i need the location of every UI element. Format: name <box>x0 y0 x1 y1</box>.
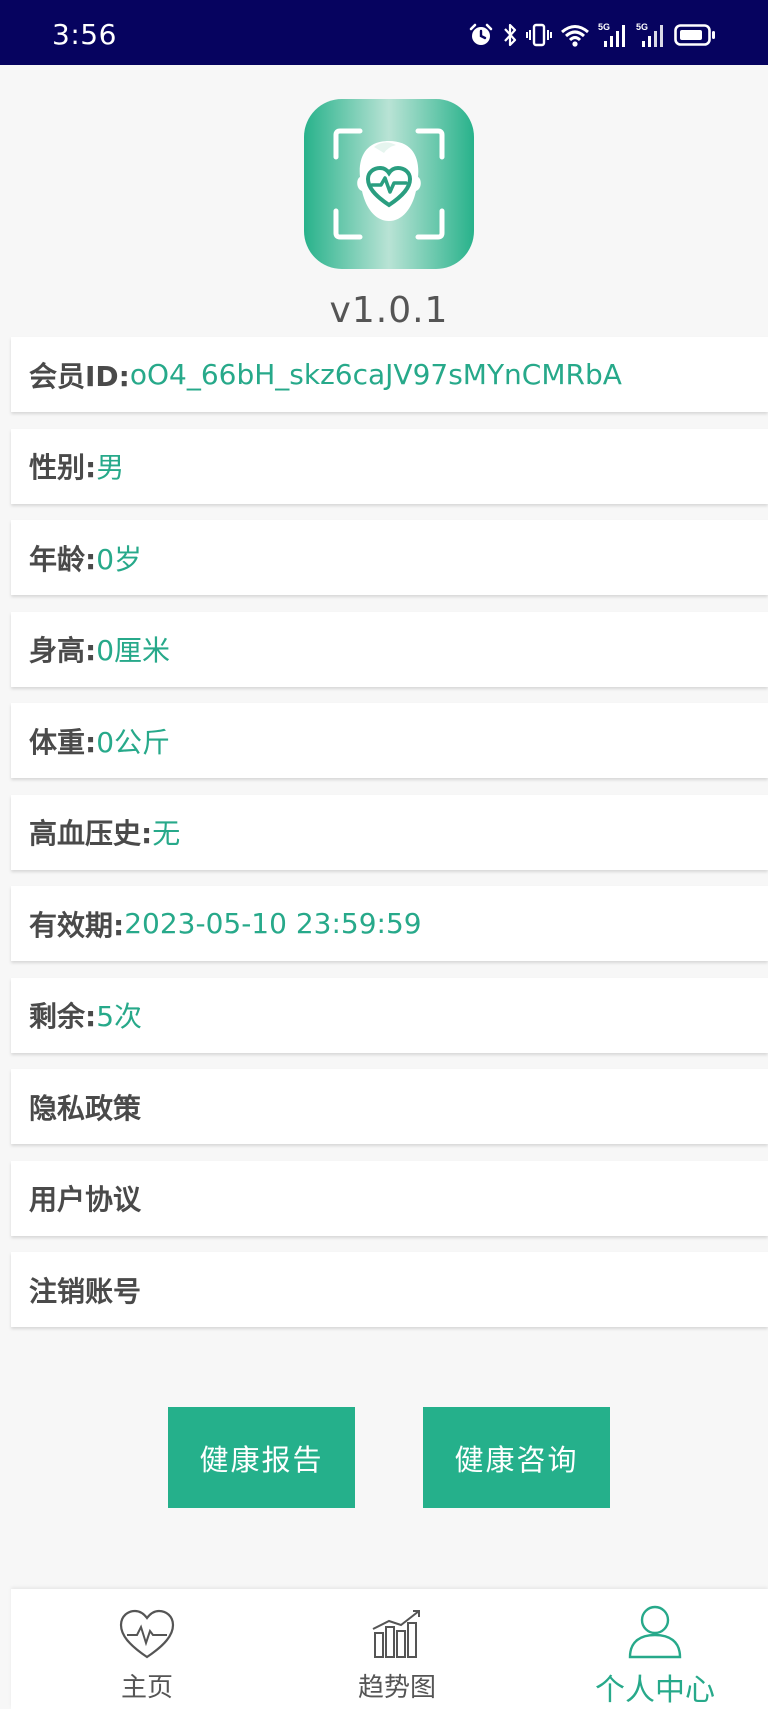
vibrate-icon <box>526 22 552 48</box>
height-value: 0厘米 <box>96 634 171 667</box>
expiry-row: 有效期: 2023-05-10 23:59:59 <box>11 886 768 961</box>
bluetooth-icon <box>502 22 518 48</box>
weight-label: 体重: <box>29 725 97 759</box>
gender-label: 性别: <box>29 451 97 484</box>
hypertension-value: 无 <box>152 817 181 850</box>
user-agreement-link[interactable]: 用户协议 <box>11 1160 768 1236</box>
weight-row: 体重: 0公斤 <box>11 703 768 778</box>
profile-list: 会员ID: oO4_66bH_skz6caJV97sMYnCMRbA 性别: 男 年… <box>11 337 768 1344</box>
tab-trend-label: 趋势图 <box>357 1673 436 1703</box>
status-icons: 5G 5G <box>468 20 716 50</box>
health-consult-button[interactable]: 健康咨询 <box>423 1407 610 1508</box>
height-row: 身高: 0厘米 <box>11 611 768 687</box>
remaining-row: 剩余: 5次 <box>11 977 768 1053</box>
status-bar: 3:56 5G 5G <box>0 0 768 65</box>
tab-home[interactable]: 主页 <box>87 1589 207 1709</box>
signal-5g-icon: 5G <box>598 21 628 49</box>
age-value: 0岁 <box>96 542 143 576</box>
app-version: v1.0.1 <box>329 290 449 331</box>
alarm-icon <box>468 22 494 48</box>
heart-pulse-icon <box>87 1607 207 1663</box>
cancel-account-label: 注销账号 <box>29 1274 142 1308</box>
user-icon <box>575 1603 735 1661</box>
cancel-account-link[interactable]: 注销账号 <box>11 1252 768 1327</box>
battery-icon <box>674 22 716 48</box>
height-label: 身高: <box>29 634 97 667</box>
svg-text:5G: 5G <box>598 22 610 32</box>
expiry-value: 2023-05-10 23:59:59 <box>124 907 422 940</box>
expiry-label: 有效期: <box>29 908 125 942</box>
privacy-policy-label: 隐私政策 <box>29 1091 142 1125</box>
member-id-row: 会员ID: oO4_66bH_skz6caJV97sMYnCMRbA <box>11 337 768 412</box>
app-logo <box>304 99 474 269</box>
tab-profile[interactable]: 个人中心 <box>575 1589 735 1709</box>
member-id-label: 会员ID: <box>29 359 130 393</box>
hypertension-row: 高血压史: 无 <box>11 794 768 870</box>
hypertension-label: 高血压史: <box>29 817 153 850</box>
remaining-value: 5次 <box>96 1000 143 1033</box>
signal-5g-icon: 5G <box>636 21 666 49</box>
age-label: 年龄: <box>29 542 97 576</box>
bottom-tab-bar: 主页 趋势图 个人中心 <box>11 1589 768 1709</box>
tab-profile-label: 个人中心 <box>595 1673 715 1708</box>
weight-value: 0公斤 <box>96 725 171 759</box>
gender-value: 男 <box>96 451 125 484</box>
member-id-value: oO4_66bH_skz6caJV97sMYnCMRbA <box>129 358 622 391</box>
privacy-policy-link[interactable]: 隐私政策 <box>11 1069 768 1144</box>
age-row: 年龄: 0岁 <box>11 520 768 595</box>
svg-text:5G: 5G <box>636 22 648 32</box>
status-time: 3:56 <box>52 18 117 51</box>
health-report-button[interactable]: 健康报告 <box>168 1407 355 1508</box>
user-agreement-label: 用户协议 <box>29 1183 142 1216</box>
remaining-label: 剩余: <box>29 1000 97 1033</box>
tab-trend[interactable]: 趋势图 <box>337 1589 457 1709</box>
wifi-icon <box>560 22 590 48</box>
trend-chart-icon <box>337 1607 457 1663</box>
tab-home-label: 主页 <box>120 1673 173 1703</box>
face-heart-scan-icon <box>333 128 445 240</box>
gender-row: 性别: 男 <box>11 428 768 504</box>
